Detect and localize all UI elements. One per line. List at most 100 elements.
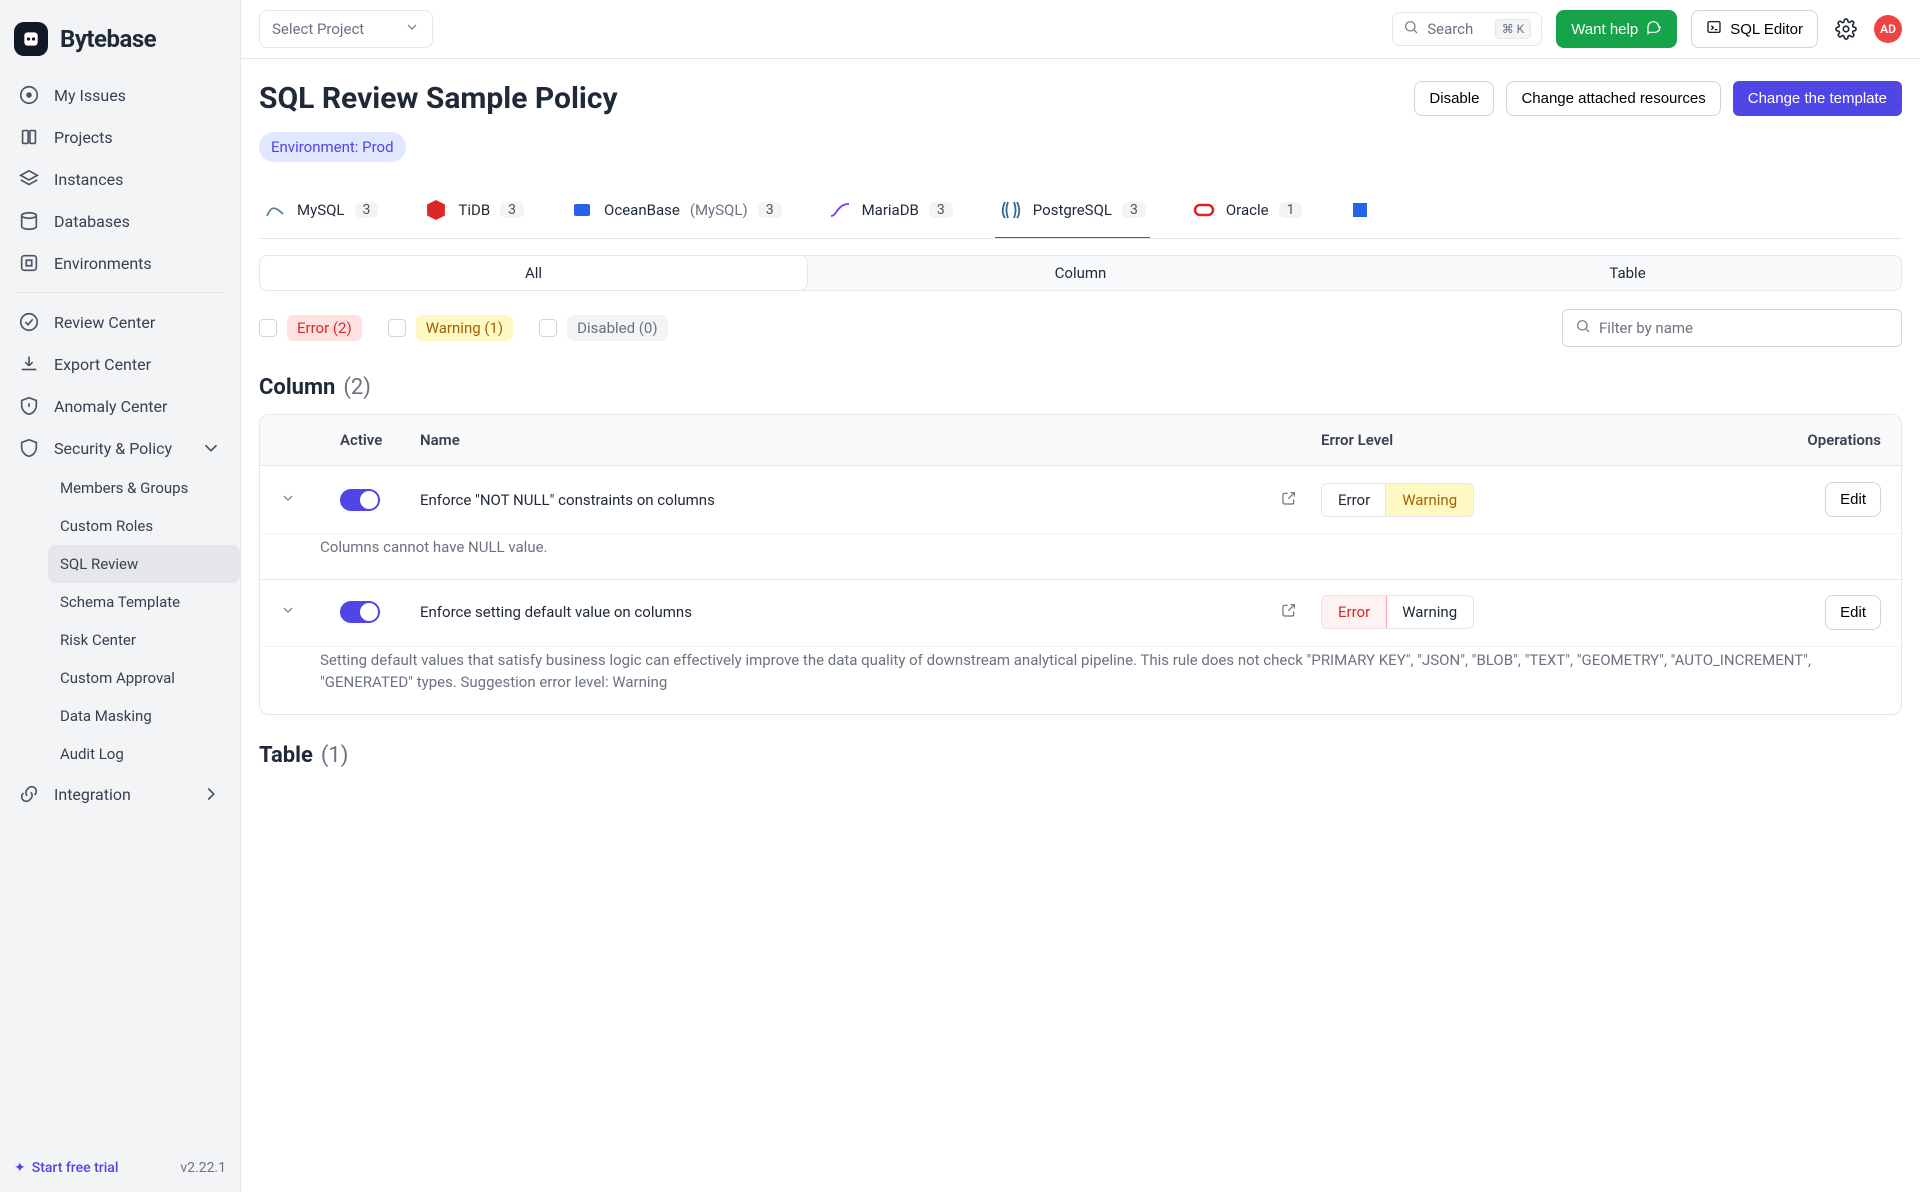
sidebar-item-databases[interactable]: Databases (6, 200, 234, 242)
level-warning-option[interactable]: Warning (1386, 596, 1473, 628)
sidebar-sub-audit-log[interactable]: Audit Log (48, 735, 240, 773)
mysql-icon (263, 198, 287, 222)
change-resources-button[interactable]: Change attached resources (1506, 81, 1720, 116)
settings-button[interactable] (1832, 15, 1860, 43)
tab-count: 1 (1279, 202, 1303, 218)
select-project-dropdown[interactable]: Select Project (259, 10, 433, 48)
external-link-icon[interactable] (1281, 490, 1321, 510)
sidebar-item-anomaly-center[interactable]: Anomaly Center (6, 385, 234, 427)
tidb-icon (424, 198, 448, 222)
help-label: Want help (1571, 21, 1638, 38)
tab-oceanbase[interactable]: OceanBase (MySQL) 3 (566, 188, 786, 238)
category-sub-tabs: All Column Table (259, 255, 1902, 291)
sidebar-sub-custom-roles[interactable]: Custom Roles (48, 507, 240, 545)
filter-error-checkbox[interactable]: Error (2) (259, 315, 362, 341)
change-template-button[interactable]: Change the template (1733, 81, 1902, 116)
edit-button[interactable]: Edit (1825, 482, 1881, 517)
filter-disabled-checkbox[interactable]: Disabled (0) (539, 315, 667, 341)
tab-label: MySQL (297, 201, 345, 219)
sidebar-sub-data-masking[interactable]: Data Masking (48, 697, 240, 735)
filter-disabled-label: Disabled (0) (567, 315, 667, 341)
oracle-icon (1192, 198, 1216, 222)
level-error-option[interactable]: Error (1322, 484, 1386, 516)
terminal-icon (1706, 19, 1722, 39)
subtab-table[interactable]: Table (1354, 256, 1901, 290)
search-input[interactable]: Search ⌘ K (1392, 12, 1542, 46)
col-active: Active (340, 431, 420, 449)
section-count: (2) (343, 375, 371, 400)
disable-button[interactable]: Disable (1414, 81, 1494, 116)
tab-postgresql[interactable]: PostgreSQL 3 (995, 188, 1150, 238)
tab-mariadb[interactable]: MariaDB 3 (824, 188, 957, 238)
sidebar-item-my-issues[interactable]: My Issues (6, 74, 234, 116)
review-icon (18, 311, 40, 333)
filter-error-label: Error (2) (287, 315, 362, 341)
level-error-option[interactable]: Error (1321, 595, 1387, 629)
expand-toggle[interactable] (280, 602, 340, 622)
tab-tidb[interactable]: TiDB 3 (420, 188, 528, 238)
checkbox-icon (388, 319, 406, 337)
sidebar-item-label: Security & Policy (54, 439, 172, 458)
page-title: SQL Review Sample Policy (259, 81, 618, 116)
download-icon (18, 353, 40, 375)
tab-oracle[interactable]: Oracle 1 (1188, 188, 1307, 238)
circle-dot-icon (18, 84, 40, 106)
start-trial-link[interactable]: ✦ Start free trial (14, 1160, 118, 1176)
divider (14, 292, 226, 293)
sidebar-sub-risk-center[interactable]: Risk Center (48, 621, 240, 659)
sidebar-item-label: Anomaly Center (54, 397, 167, 416)
level-warning-option[interactable]: Warning (1385, 483, 1474, 517)
filter-by-name-input[interactable]: Filter by name (1562, 309, 1902, 347)
expand-toggle[interactable] (280, 490, 340, 510)
postgresql-icon (999, 198, 1023, 222)
tab-label: TiDB (458, 201, 490, 219)
sidebar: Bytebase My Issues Projects Instances Da… (0, 0, 241, 1192)
sidebar-item-environments[interactable]: Environments (6, 242, 234, 284)
rule-name: Enforce "NOT NULL" constraints on column… (420, 491, 1281, 509)
error-level-segmented: Error Warning (1321, 595, 1474, 629)
tab-label: PostgreSQL (1033, 201, 1112, 219)
shield-icon (18, 437, 40, 459)
environment-icon (18, 252, 40, 274)
sidebar-item-label: Export Center (54, 355, 151, 374)
tab-count: 3 (929, 202, 953, 218)
external-link-icon[interactable] (1281, 602, 1321, 622)
subtab-column[interactable]: Column (807, 256, 1354, 290)
want-help-button[interactable]: Want help (1556, 10, 1677, 48)
tab-mysql[interactable]: MySQL 3 (259, 188, 382, 238)
filter-warning-checkbox[interactable]: Warning (1) (388, 315, 513, 341)
checkbox-icon (259, 319, 277, 337)
sidebar-item-label: Instances (54, 170, 123, 189)
sidebar-item-review-center[interactable]: Review Center (6, 301, 234, 343)
sql-editor-button[interactable]: SQL Editor (1691, 10, 1818, 48)
subtab-all[interactable]: All (259, 255, 808, 291)
sidebar-item-instances[interactable]: Instances (6, 158, 234, 200)
brand-logo[interactable]: Bytebase (0, 12, 240, 74)
tab-count: 3 (355, 202, 379, 218)
col-name: Name (420, 431, 1281, 449)
tab-more[interactable] (1344, 188, 1376, 238)
search-shortcut: ⌘ K (1495, 19, 1532, 39)
tab-label: MariaDB (862, 201, 919, 219)
chat-icon (1646, 19, 1662, 39)
sidebar-sub-custom-approval[interactable]: Custom Approval (48, 659, 240, 697)
sidebar-sub-members-groups[interactable]: Members & Groups (48, 469, 240, 507)
version-label: v2.22.1 (180, 1160, 226, 1176)
tab-count: 3 (500, 202, 524, 218)
database-icon (18, 210, 40, 232)
sidebar-item-security-policy[interactable]: Security & Policy (6, 427, 234, 469)
checkbox-icon (539, 319, 557, 337)
active-toggle[interactable] (340, 601, 380, 623)
column-rules-table: Active Name Error Level Operations Enfor… (259, 414, 1902, 715)
environment-tag[interactable]: Environment: Prod (259, 132, 406, 162)
sidebar-sub-sql-review[interactable]: SQL Review (48, 545, 240, 583)
edit-button[interactable]: Edit (1825, 595, 1881, 630)
sidebar-sub-schema-template[interactable]: Schema Template (48, 583, 240, 621)
stack-icon (18, 168, 40, 190)
active-toggle[interactable] (340, 489, 380, 511)
avatar[interactable]: AD (1874, 15, 1902, 43)
filter-placeholder: Filter by name (1599, 319, 1693, 337)
sidebar-item-export-center[interactable]: Export Center (6, 343, 234, 385)
sidebar-item-projects[interactable]: Projects (6, 116, 234, 158)
sidebar-item-integration[interactable]: Integration (6, 773, 234, 815)
